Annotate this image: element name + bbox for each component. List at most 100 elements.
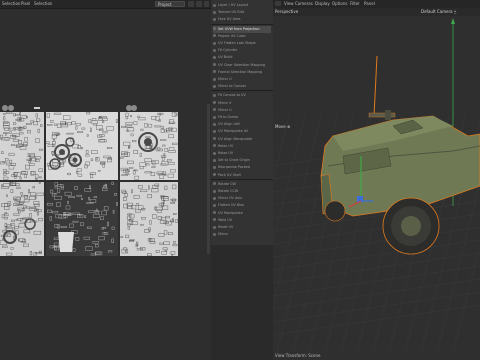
antenna [373,55,378,117]
menu-item[interactable]: UV Align Left [213,121,271,128]
menu-item[interactable]: Weld UV [213,217,271,224]
viewport-header: Perspective Default Camera •̲ [273,8,480,16]
menu-item-label: Mirror V [218,100,232,105]
menu-item-label: Fit Canvas to UV [218,93,246,98]
menu-item[interactable]: Fit to Gizmo [213,114,271,121]
menu-item-icon [213,129,216,133]
menu-item-icon [213,84,216,88]
menu-item-icon [213,70,216,74]
menu-item[interactable]: Set UVW from Projection [213,25,271,33]
menu-item[interactable]: Texture UV Edit [213,9,271,16]
y-axis-arrow [451,18,455,24]
menu-item-icon [213,225,216,229]
menu-cameras[interactable]: Cameras [295,1,313,6]
menu-item[interactable]: Mirror to Canvas [213,83,271,90]
menu-item-icon [213,3,216,7]
menu-item-label: Fit to Gizmo [218,115,239,119]
grid-line [273,291,480,323]
menu-item[interactable]: Mirror UV Axis [213,195,271,202]
menu-item[interactable]: Mirror U [213,76,271,83]
menu-item-icon [213,218,216,222]
menu-item-label: Relax UV [218,143,234,148]
menu-item[interactable]: Reorganise Packed [213,164,271,171]
menu-item-icon [213,27,216,31]
menu-item-label: Layer / UV Layout [218,3,249,7]
menu-item-label: UV Align Left [218,122,240,127]
menu-display[interactable]: Display [315,1,330,6]
menu-item[interactable]: Set to Chart Origin [213,157,271,164]
menu-selection[interactable]: Selection [2,1,20,6]
viewport-scene[interactable] [273,16,480,352]
menu-item[interactable]: Mirror V [213,100,271,107]
uv-scrollbar[interactable] [207,104,210,254]
uv-tool-icon-2[interactable] [8,105,14,111]
menu-item[interactable]: Reset UV [213,224,271,231]
menu-item-icon [213,165,216,169]
grid-line [273,115,290,180]
menu-item[interactable]: Pack UV Shell [213,172,271,179]
menu-item-label: UV Align Manipulate [218,136,253,141]
menu-item[interactable]: UV Build [213,54,271,61]
menu-item-icon [213,158,216,162]
menu-item-icon [213,232,216,236]
menu-item-label: Set UVW from Projection [218,26,260,31]
menu-item-label: Rotate CCW [218,189,239,193]
menu-item[interactable]: Flatten UV Bias [213,202,271,209]
menu-item[interactable]: Face UV Area [213,16,271,23]
menu-item[interactable]: Fit Canvas to UV [213,92,271,99]
view-transform-label: View Transform: Scene [275,353,321,358]
grid-line [273,265,480,297]
menu-separator [211,90,273,92]
uv-align-icon[interactable] [34,107,40,109]
uv-editor-menubar: Selection Pixel Selection Project [0,0,211,9]
menu-item[interactable]: Frontal Selection Mapping [213,69,271,76]
menu-item[interactable]: UV Manipulate [213,210,271,217]
menu-item-label: UV Clear Selection Mapping [218,62,266,67]
menu-item[interactable]: Project UV Cubic [213,33,271,40]
menu-pixel[interactable]: Pixel [21,1,30,6]
menu-item-label: UV Manipulate [218,210,243,215]
menu-item-icon [213,196,216,200]
menu-filter[interactable]: Filter [350,1,360,6]
menu-item[interactable]: UV Clear Selection Mapping [213,62,271,69]
menu-item[interactable]: UV Align Manipulate [213,136,271,143]
uv-tile-bottom-mid [46,182,118,256]
camera-label[interactable]: Default Camera •̲ [421,9,456,14]
menu-item-icon [213,173,216,177]
menu-item[interactable]: UV Flatten Last Shape [213,40,271,47]
menu-item-label: Frontal Selection Mapping [218,69,262,74]
uv-toolbar [0,104,211,112]
menu-item-icon [213,189,216,193]
menu-item[interactable]: Mirror [213,231,271,238]
menu-panel: Layer / UV Layout Texture UV Edit Face UV … [211,0,274,245]
menu-item-label: Set to Chart Origin [218,158,250,163]
menu-item[interactable]: Layer / UV Layout [213,2,271,9]
menu-selection-2[interactable]: Selection [34,1,52,6]
menu-item[interactable]: UV Manipulate All [213,128,271,135]
grid-line [273,252,480,284]
armored-vehicle-model[interactable] [320,110,480,255]
pin-icon[interactable] [188,1,194,7]
menu-item[interactable]: Mirror U [213,107,271,114]
viewport-icon[interactable] [275,1,281,6]
close-icon[interactable] [204,1,209,7]
grid-line [273,115,306,243]
layout-icon[interactable] [196,1,202,7]
grid-line [273,213,480,245]
menu-item[interactable]: Relax UV [213,143,271,150]
menu-item-label: Fit Cylinder [218,48,238,53]
uv-tool-icon-4[interactable] [131,105,137,111]
menu-item[interactable]: Fit Cylinder [213,47,271,54]
menu-view[interactable]: View [284,1,294,6]
menu-item-label: UV Flatten Last Shape [218,41,256,45]
menu-item-label: Rotate CW [218,181,236,186]
menu-item[interactable]: Relax UV [213,150,271,157]
uv-texture-grid[interactable] [0,112,178,256]
menu-options[interactable]: Options [332,1,347,6]
menu-panel[interactable]: Panel [364,1,375,6]
view-mode-label: Perspective [275,9,299,14]
projection-select[interactable]: Project [155,1,185,7]
menu-item-icon [213,122,216,126]
menu-item[interactable]: Rotate CW [213,181,271,188]
menu-item[interactable]: Rotate CCW [213,188,271,195]
